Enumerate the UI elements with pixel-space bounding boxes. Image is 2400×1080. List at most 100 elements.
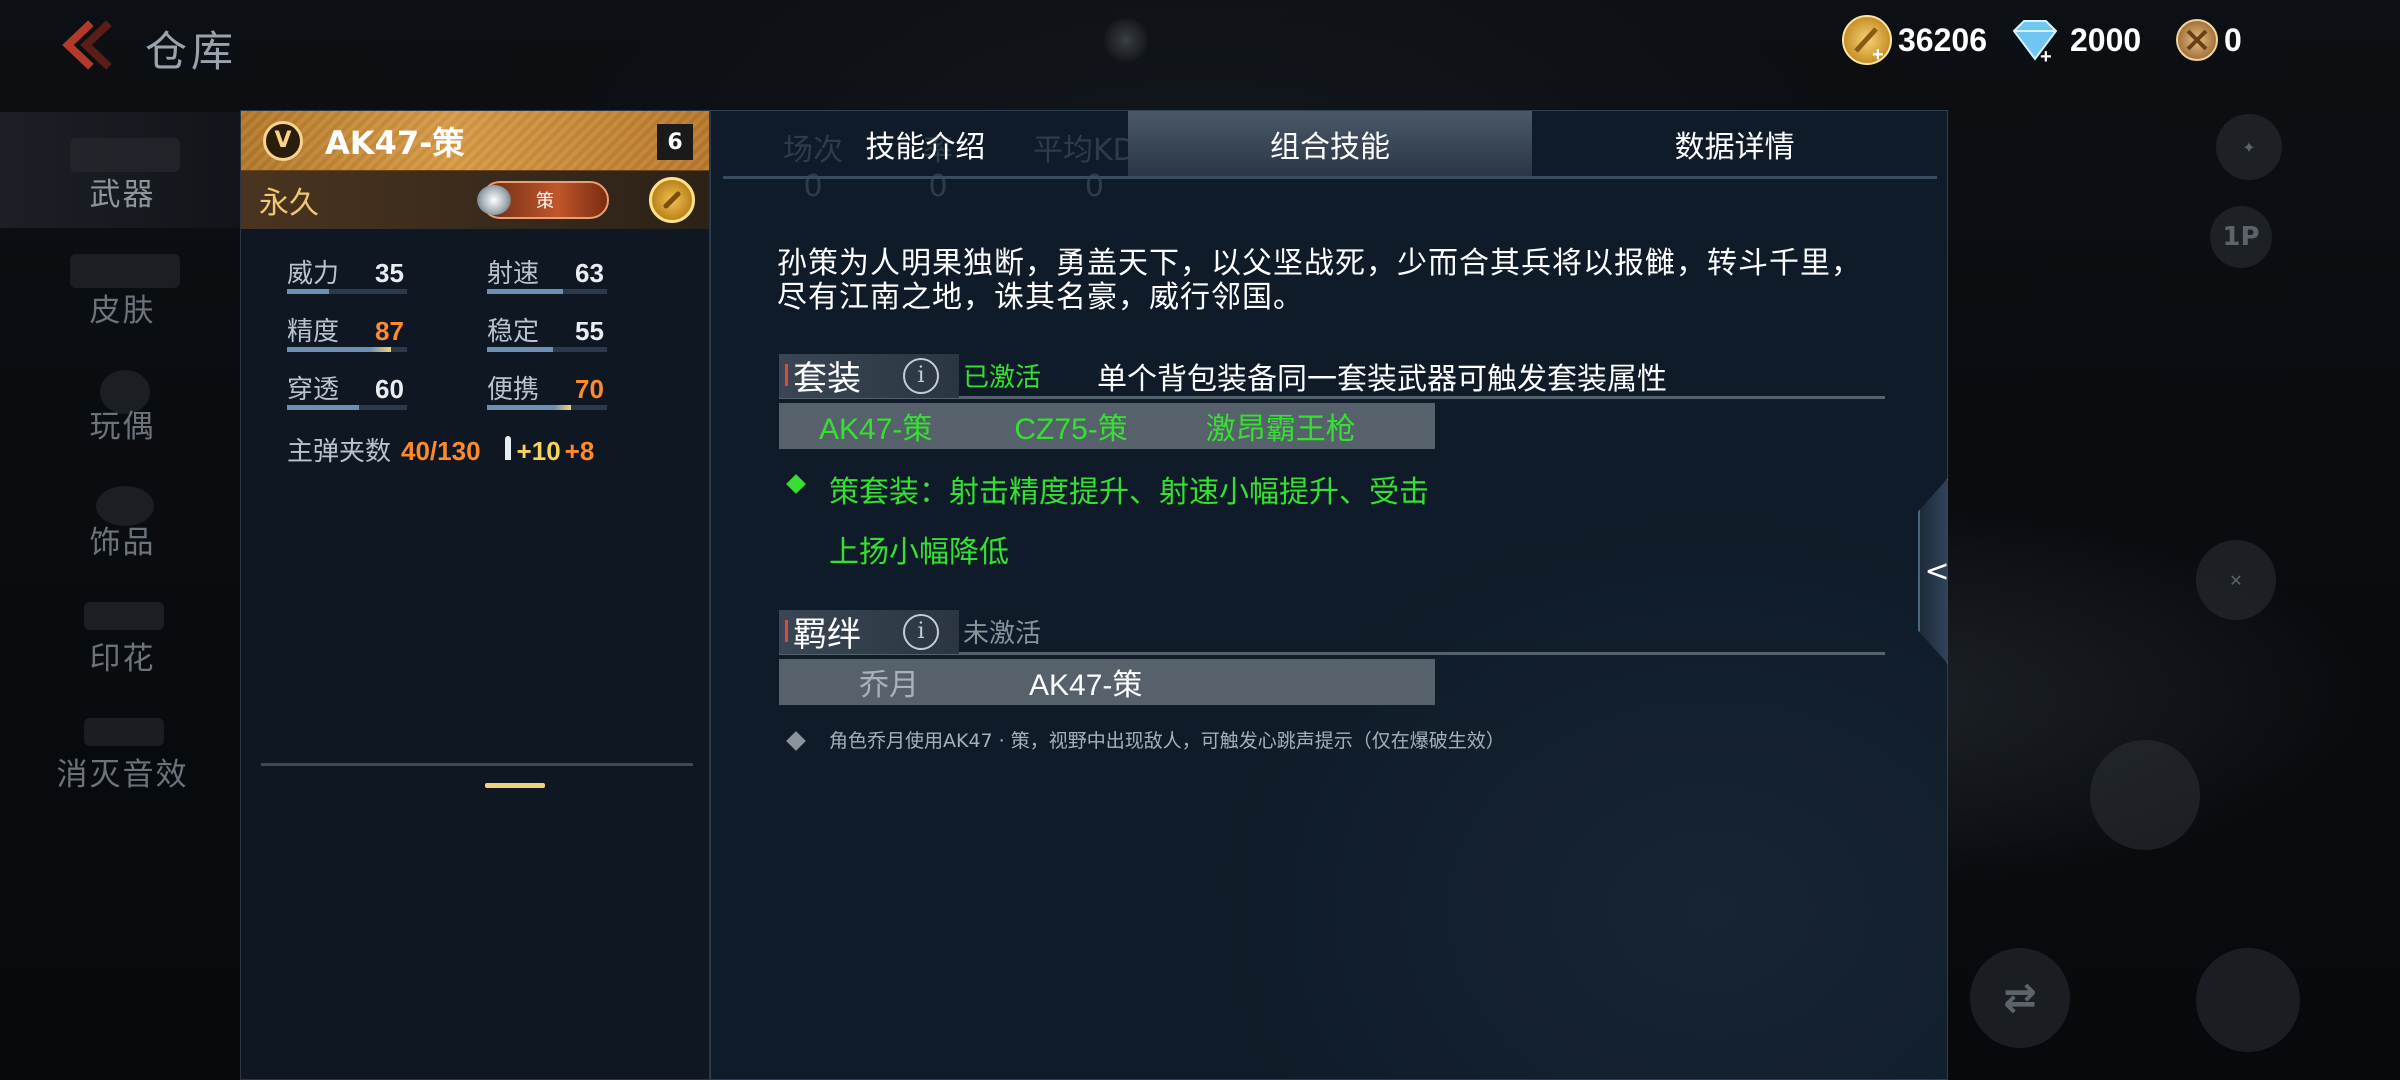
orb-icon bbox=[477, 185, 511, 215]
rifle-skin-icon bbox=[70, 254, 180, 288]
bullet-icon bbox=[504, 436, 511, 460]
aim-icon[interactable]: ✕ bbox=[2196, 540, 2276, 620]
chevron-left-icon: < bbox=[1924, 553, 1950, 589]
stat-bar bbox=[487, 289, 607, 294]
stat-bar bbox=[487, 347, 607, 352]
suit-header: 套装 i 已激活 单个背包装备同一套装武器可触发套装属性 bbox=[779, 353, 1885, 399]
stat-portability: 便携 70 bbox=[487, 369, 687, 410]
gold-emblem-icon[interactable] bbox=[649, 177, 695, 223]
weapon-series-tag: 策 bbox=[477, 181, 609, 219]
ammo-value: 40/130 bbox=[401, 436, 481, 466]
skill-panel: 场次 0 率0 平均KDA 0 技能介绍 组合技能 数据详情 孙策为人明果独断，勇盖… bbox=[710, 110, 1948, 1080]
sidebar-item-label: 印花 bbox=[89, 641, 156, 677]
svg-text:+: + bbox=[2040, 46, 2052, 65]
ammo-icon[interactable] bbox=[2090, 740, 2200, 850]
stat-penetration: 穿透 60 bbox=[287, 369, 487, 410]
weapon-card: V AK47-策 6 永久 策 威力 35 射速 63 精度 87 稳定 55 穿透 60… bbox=[240, 110, 710, 1080]
ammo-bonus-2: +8 bbox=[564, 436, 595, 466]
weapon-series-label: 策 bbox=[536, 191, 554, 212]
tab-bar: 技能介绍 组合技能 数据详情 bbox=[723, 111, 1937, 179]
weapon-subheader: 永久 策 bbox=[241, 171, 709, 229]
stat-bar bbox=[487, 405, 607, 410]
stat-label: 精度 bbox=[287, 317, 340, 347]
stat-label: 威力 bbox=[287, 259, 340, 289]
sidebar-item-label: 消灭音效 bbox=[56, 757, 189, 793]
chevron-left-icon bbox=[62, 20, 112, 70]
currency-medal[interactable]: 0 bbox=[2176, 14, 2242, 66]
suit-title-box: 套装 i bbox=[779, 353, 959, 399]
stat-value: 35 bbox=[375, 258, 404, 288]
stat-value: 60 bbox=[375, 374, 404, 404]
sidebar-item-label: 玩偶 bbox=[89, 409, 156, 445]
suit-section: 套装 i 已激活 单个背包装备同一套装武器可触发套装属性 AK47-策 CZ75… bbox=[779, 353, 1885, 583]
stat-label: 稳定 bbox=[487, 317, 540, 347]
suit-weapon-item: CZ75-策 bbox=[1014, 413, 1128, 446]
bond-status: 未激活 bbox=[963, 619, 1042, 649]
scroll-handle[interactable] bbox=[485, 783, 545, 788]
tab-combo-skill[interactable]: 组合技能 bbox=[1127, 111, 1533, 176]
currency-diamond[interactable]: + 2000 bbox=[2006, 14, 2142, 68]
sound-effect-icon bbox=[84, 718, 164, 746]
bond-note: 角色乔月使用AK47 · 策，视野中出现敌人，可触发心跳声提示（仅在爆破生效） bbox=[829, 730, 1505, 752]
bond-title: 羁绊 bbox=[793, 615, 861, 655]
ammo-info: 主弹夹数 40/130 +10 +8 bbox=[287, 431, 709, 468]
sticker-icon bbox=[84, 602, 164, 630]
weapon-stats: 威力 35 射速 63 精度 87 稳定 55 穿透 60 便携 70 主弹夹数 40/13… bbox=[241, 229, 709, 468]
ammo-bonus-1: +10 bbox=[516, 436, 561, 466]
rifle-icon bbox=[70, 138, 180, 172]
bond-character: 乔月 bbox=[859, 669, 919, 702]
tab-skill-intro[interactable]: 技能介绍 bbox=[723, 111, 1128, 176]
suit-description: 单个背包装备同一套装武器可触发套装属性 bbox=[1097, 361, 1668, 397]
back-button[interactable] bbox=[54, 20, 114, 70]
stat-label: 便携 bbox=[487, 375, 540, 405]
page-title: 仓库 bbox=[145, 27, 238, 76]
sidebar-item-accessories[interactable]: 饰品 bbox=[0, 460, 245, 576]
weapon-level-badge: 6 bbox=[657, 124, 693, 160]
diamond-icon: + bbox=[2006, 15, 2064, 68]
weapon-duration: 永久 bbox=[259, 186, 319, 221]
info-icon[interactable]: i bbox=[903, 613, 939, 650]
suit-weapon-item: 激昂霸王枪 bbox=[1205, 413, 1356, 446]
sidebar-item-skins[interactable]: 皮肤 bbox=[0, 228, 245, 344]
first-person-toggle[interactable]: 1P bbox=[2210, 206, 2272, 268]
weapon-lore: 孙策为人明果独断，勇盖天下，以父坚战死，少而合其兵将以报雠，转斗千里，尽有江南之… bbox=[777, 246, 1862, 315]
stat-bar bbox=[287, 405, 407, 410]
bond-items: 乔月 AK47-策 bbox=[779, 659, 1435, 705]
top-center-dot bbox=[1104, 18, 1148, 62]
sidebar-item-kill-sfx[interactable]: 消灭音效 bbox=[0, 692, 245, 808]
sidebar-item-weapons[interactable]: 武器 bbox=[0, 112, 245, 228]
currency-gold[interactable]: + 36206 bbox=[1842, 14, 1987, 66]
bond-bonus: 角色乔月使用AK47 · 策，视野中出现敌人，可触发心跳声提示（仅在爆破生效） bbox=[779, 721, 1885, 761]
gamepad-icon[interactable]: ✦ bbox=[2216, 114, 2282, 180]
gold-amount: 36206 bbox=[1898, 21, 1987, 58]
sidebar-item-dolls[interactable]: 玩偶 bbox=[0, 344, 245, 460]
bond-weapon: AK47-策 bbox=[1029, 669, 1143, 702]
medal-amount: 0 bbox=[2224, 21, 2242, 58]
suit-bonus-text: 策套装：射击精度提升、射速小幅提升、受击 上扬小幅降低 bbox=[829, 475, 1429, 570]
stat-value: 63 bbox=[575, 258, 604, 288]
bond-header: 羁绊 i 未激活 bbox=[779, 609, 1885, 655]
vip-badge-icon: V bbox=[263, 120, 303, 161]
bond-title-box: 羁绊 i bbox=[779, 609, 959, 655]
weapon-preview-icon[interactable] bbox=[2196, 948, 2300, 1052]
stat-stability: 稳定 55 bbox=[487, 311, 687, 352]
tab-data-details[interactable]: 数据详情 bbox=[1532, 111, 1937, 176]
suit-weapon-item: AK47-策 bbox=[819, 413, 933, 446]
bullet-diamond-icon bbox=[786, 731, 806, 751]
stat-value: 70 bbox=[575, 374, 604, 404]
suit-status: 已激活 bbox=[963, 363, 1042, 393]
sidebar-item-stickers[interactable]: 印花 bbox=[0, 576, 245, 692]
sidebar-item-label: 皮肤 bbox=[89, 293, 156, 329]
stat-accuracy: 精度 87 bbox=[287, 311, 487, 352]
info-icon[interactable]: i bbox=[903, 357, 939, 394]
category-sidebar: 武器 皮肤 玩偶 饰品 印花 消灭音效 bbox=[0, 112, 245, 808]
bond-section: 羁绊 i 未激活 乔月 AK47-策 角色乔月使用AK47 · 策，视野中出现敌… bbox=[779, 609, 1885, 761]
suit-weapons: AK47-策 CZ75-策 激昂霸王枪 bbox=[779, 403, 1435, 449]
weapon-name: AK47-策 bbox=[325, 123, 465, 162]
svg-text:+: + bbox=[1872, 44, 1884, 65]
medal-icon bbox=[2176, 19, 2218, 61]
gold-coin-icon: + bbox=[1842, 15, 1892, 65]
swap-icon[interactable]: ⇄ bbox=[1970, 948, 2070, 1048]
stat-fire-rate: 射速 63 bbox=[487, 253, 687, 294]
diamond-amount: 2000 bbox=[2070, 21, 2142, 58]
